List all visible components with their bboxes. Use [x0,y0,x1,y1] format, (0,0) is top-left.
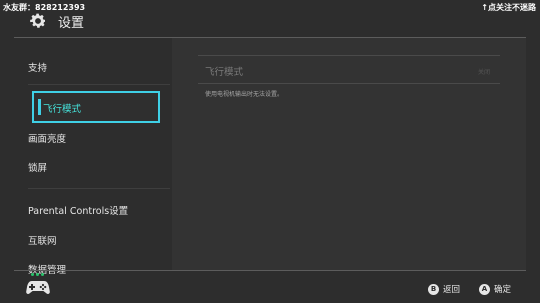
sidebar-item-support[interactable]: 支持 [28,60,47,74]
ok-button[interactable]: A 确定 [479,283,511,295]
sidebar-item-lock-screen[interactable]: 锁屏 [28,160,47,174]
airplane-mode-row[interactable]: 飞行模式 [205,64,243,78]
b-button-icon: B [428,283,439,295]
sidebar-item-airplane-mode[interactable]: 飞行模式 [32,91,160,123]
controller-icon [26,281,50,294]
overlay-follow-text: ↑点关注不迷路 [481,3,536,12]
page-title: 设置 [58,15,85,31]
airplane-mode-description: 使用电视机输出时无法设置。 [205,91,284,98]
a-button-icon: A [479,283,490,295]
controller-indicator-dots [31,273,44,276]
back-button[interactable]: B 返回 [428,283,460,295]
divider [28,188,170,189]
airplane-mode-value: 关闭 [478,69,491,76]
sidebar-item-brightness[interactable]: 画面亮度 [28,131,66,145]
selection-accent [38,99,41,115]
back-label: 返回 [443,285,461,295]
ok-label: 确定 [494,285,512,295]
gear-icon [30,13,46,28]
divider [198,83,500,84]
page-header: 设置 [28,11,84,31]
divider [198,55,500,56]
sidebar-item-internet[interactable]: 互联网 [28,233,57,247]
divider [28,84,170,85]
sidebar-item-parental-controls[interactable]: Parental Controls设置 [28,203,128,217]
sidebar-item-label: 飞行模式 [43,104,82,115]
